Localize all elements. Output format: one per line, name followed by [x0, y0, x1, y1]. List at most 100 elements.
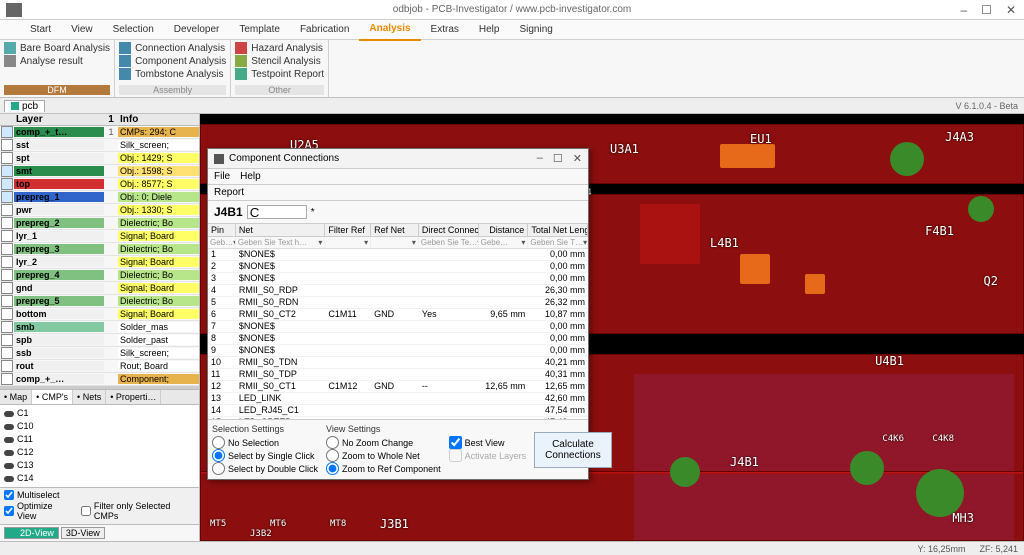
- ribbon-tab-help[interactable]: Help: [469, 20, 510, 40]
- layer-row[interactable]: bottomSignal; Board: [0, 308, 199, 321]
- layer-row[interactable]: prepreg_5Dielectric; Bo: [0, 295, 199, 308]
- layer-row[interactable]: prepreg_3Dielectric; Bo: [0, 243, 199, 256]
- selset-option[interactable]: Select by Double Click: [212, 462, 318, 475]
- table-row[interactable]: 9$NONE$0,00 mm: [208, 345, 588, 357]
- layer-checkbox[interactable]: [1, 269, 13, 281]
- layer-checkbox[interactable]: [1, 152, 13, 164]
- col-dc[interactable]: Direct Connect: [419, 224, 479, 236]
- col-tot[interactable]: Total Net Length: [528, 224, 588, 236]
- ribbon-item[interactable]: Tombstone Analysis: [119, 68, 226, 80]
- ribbon-tab-selection[interactable]: Selection: [103, 20, 164, 40]
- optimize-view-checkbox[interactable]: Optimize View: [4, 501, 73, 521]
- layer-checkbox[interactable]: [1, 217, 13, 229]
- calculate-connections-button[interactable]: Calculate Connections: [534, 432, 612, 468]
- list-item[interactable]: C13: [4, 459, 195, 472]
- layer-row[interactable]: topObj.: 8577; S: [0, 178, 199, 191]
- layer-checkbox[interactable]: [1, 126, 13, 138]
- table-row[interactable]: 1$NONE$0,00 mm: [208, 249, 588, 261]
- layer-row[interactable]: comp_+_t…1CMPs: 294; C: [0, 126, 199, 139]
- multiselect-checkbox[interactable]: Multiselect: [4, 490, 195, 500]
- layer-row[interactable]: prepreg_4Dielectric; Bo: [0, 269, 199, 282]
- viewset-option[interactable]: Zoom to Whole Net: [326, 449, 441, 462]
- col-rnet[interactable]: Ref Net: [371, 224, 419, 236]
- layer-checkbox[interactable]: [1, 360, 13, 372]
- layer-checkbox[interactable]: [1, 178, 13, 190]
- layer-row[interactable]: gndSignal; Board: [0, 282, 199, 295]
- best-view-checkbox[interactable]: Best View: [449, 436, 527, 449]
- layer-checkbox[interactable]: [1, 347, 13, 359]
- dialog-menu-help[interactable]: Help: [240, 171, 261, 182]
- ribbon-item[interactable]: Analyse result: [4, 55, 110, 67]
- panel-tab[interactable]: • Map: [0, 390, 32, 404]
- selset-option[interactable]: Select by Single Click: [212, 449, 318, 462]
- filter-fref[interactable]: ▾: [325, 237, 371, 248]
- col-dist[interactable]: Distance: [479, 224, 529, 236]
- viewset-option[interactable]: No Zoom Change: [326, 436, 441, 449]
- table-row[interactable]: 11RMII_S0_TDP40,31 mm: [208, 369, 588, 381]
- filter-tot[interactable]: Geben Sie T…▾: [528, 237, 588, 248]
- layer-checkbox[interactable]: [1, 204, 13, 216]
- report-button[interactable]: Report: [214, 187, 244, 198]
- layer-row[interactable]: lyr_1Signal; Board: [0, 230, 199, 243]
- table-row[interactable]: 8$NONE$0,00 mm: [208, 333, 588, 345]
- layer-row[interactable]: prepreg_2Dielectric; Bo: [0, 217, 199, 230]
- layer-row[interactable]: lyr_2Signal; Board: [0, 256, 199, 269]
- col-fref[interactable]: Filter Ref: [325, 224, 371, 236]
- ribbon-tab-start[interactable]: Start: [20, 20, 61, 40]
- filter-pin[interactable]: Geb…▾: [208, 237, 236, 248]
- table-row[interactable]: 12RMII_S0_CT1C1M12GND--12,65 mm12,65 mm: [208, 381, 588, 393]
- connections-table[interactable]: Pin Net Filter Ref Ref Net Direct Connec…: [208, 224, 588, 419]
- table-row[interactable]: 3$NONE$0,00 mm: [208, 273, 588, 285]
- viewset-option[interactable]: Zoom to Ref Component: [326, 462, 441, 475]
- minimize-button[interactable]: –: [960, 3, 967, 17]
- ribbon-item[interactable]: Bare Board Analysis: [4, 42, 110, 54]
- document-tab[interactable]: pcb: [4, 100, 45, 112]
- layer-checkbox[interactable]: [1, 334, 13, 346]
- ribbon-tab-analysis[interactable]: Analysis: [359, 19, 420, 41]
- ribbon-tab-developer[interactable]: Developer: [164, 20, 230, 40]
- table-row[interactable]: 6RMII_S0_CT2C1M11GNDYes9,65 mm10,87 mm: [208, 309, 588, 321]
- selset-option[interactable]: No Selection: [212, 436, 318, 449]
- list-item[interactable]: C11: [4, 433, 195, 446]
- layer-row[interactable]: smtObj.: 1598; S: [0, 165, 199, 178]
- ribbon-item[interactable]: Stencil Analysis: [235, 55, 324, 67]
- layer-checkbox[interactable]: [1, 230, 13, 242]
- dialog-titlebar[interactable]: Component Connections – ☐ ✕: [208, 149, 588, 169]
- layer-row[interactable]: prepreg_1Obj.: 0; Diele: [0, 191, 199, 204]
- dialog-minimize[interactable]: –: [537, 152, 543, 165]
- table-row[interactable]: 10RMII_S0_TDN40,21 mm: [208, 357, 588, 369]
- filter-dist[interactable]: Gebe…▾: [479, 237, 529, 248]
- layer-checkbox[interactable]: [1, 165, 13, 177]
- table-row[interactable]: 14LED_RJ45_C147,54 mm: [208, 405, 588, 417]
- ribbon-item[interactable]: Testpoint Report: [235, 68, 324, 80]
- component-list[interactable]: C1C10C11C12C13C14C1A1C1A10: [0, 405, 199, 487]
- table-row[interactable]: 4RMII_S0_RDP26,30 mm: [208, 285, 588, 297]
- close-button[interactable]: ✕: [1006, 3, 1016, 17]
- table-row[interactable]: 13LED_LINK42,60 mm: [208, 393, 588, 405]
- list-item[interactable]: C1: [4, 407, 195, 420]
- col-pin[interactable]: Pin: [208, 224, 236, 236]
- table-row[interactable]: 15LED_SPEED47,49 mm: [208, 417, 588, 419]
- activate-layers-checkbox[interactable]: Activate Layers: [449, 449, 527, 462]
- layer-row[interactable]: ssbSilk_screen;: [0, 347, 199, 360]
- list-item[interactable]: C12: [4, 446, 195, 459]
- layer-row[interactable]: sptObj.: 1429; S: [0, 152, 199, 165]
- filter-net[interactable]: Geben Sie Text h…▾: [236, 237, 326, 248]
- layer-checkbox[interactable]: [1, 308, 13, 320]
- layer-checkbox[interactable]: [1, 373, 13, 385]
- layer-row[interactable]: comp_+_…Component;: [0, 373, 199, 386]
- layer-row[interactable]: spbSolder_past: [0, 334, 199, 347]
- filter-rnet[interactable]: ▾: [371, 237, 419, 248]
- panel-tab[interactable]: • CMP's: [32, 390, 73, 404]
- maximize-button[interactable]: ☐: [981, 3, 992, 17]
- dialog-close[interactable]: ✕: [573, 152, 582, 165]
- ribbon-tab-fabrication[interactable]: Fabrication: [290, 20, 359, 40]
- panel-tab[interactable]: • Properti…: [106, 390, 161, 404]
- table-row[interactable]: 2$NONE$0,00 mm: [208, 261, 588, 273]
- table-row[interactable]: 7$NONE$0,00 mm: [208, 321, 588, 333]
- layer-checkbox[interactable]: [1, 139, 13, 151]
- panel-tab[interactable]: • Nets: [73, 390, 106, 404]
- ribbon-item[interactable]: Hazard Analysis: [235, 42, 324, 54]
- dialog-menu-file[interactable]: File: [214, 171, 230, 182]
- col-net[interactable]: Net: [236, 224, 326, 236]
